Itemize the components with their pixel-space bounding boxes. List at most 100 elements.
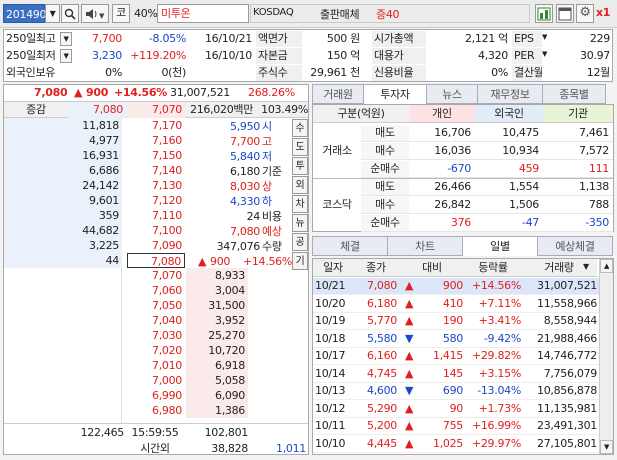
sort-dropdown-icon[interactable]: ▼	[583, 262, 589, 271]
stock-name: 미투온	[161, 7, 191, 20]
ohlc-value: 7,080	[230, 225, 260, 238]
daily-row[interactable]: 10/11 5,200 ▲ 755 +16.99% 23,491,301	[313, 418, 599, 435]
daily-row[interactable]: 10/20 6,180 ▲ 410 +7.11% 11,558,966	[313, 296, 599, 313]
daily-row[interactable]: 10/14 4,745 ▲ 145 +3.15% 7,756,079	[313, 366, 599, 383]
ask-price: 7,150	[152, 149, 182, 162]
ask-qty: 4,977	[4, 133, 122, 148]
ask-row[interactable]: 359 7,110	[4, 208, 190, 224]
daily-row[interactable]: 10/18 5,580 ▼ 580 -9.42% 21,988,466	[313, 331, 599, 348]
daily-tab[interactable]: 차트	[387, 236, 463, 256]
ask-row[interactable]: 24,142 7,130	[4, 178, 190, 194]
side-tab[interactable]: 공	[292, 233, 308, 251]
bid-row[interactable]: 7,020 10,720	[122, 343, 308, 359]
investor-tab[interactable]: 거래원	[312, 84, 364, 104]
chart-view-button[interactable]	[535, 4, 553, 23]
ask-qty: 16,931	[4, 148, 122, 163]
info-value: 12월	[586, 66, 610, 79]
daily-volume: 8,558,944	[543, 314, 597, 327]
info-value: 150 억	[326, 49, 360, 62]
daily-row[interactable]: 10/21 7,080 ▲ 900 +14.56% 31,007,521	[313, 278, 599, 295]
daily-change: 90	[449, 401, 463, 415]
daily-header: 등락률	[465, 259, 521, 277]
bid-row[interactable]: 7,010 6,918	[122, 358, 308, 374]
svg-text:▼: ▼	[99, 12, 105, 20]
info-dropdown-icon[interactable]: ▼	[542, 50, 547, 58]
ask-row[interactable]: 44 7,080	[4, 253, 190, 269]
side-tab[interactable]: 차	[292, 195, 308, 213]
investor-value: 7,461	[579, 126, 609, 139]
daily-row[interactable]: 10/12 5,290 ▲ 90 +1.73% 11,135,981	[313, 401, 599, 418]
bid-row[interactable]: 6,980 1,386	[122, 403, 308, 419]
arrow-up-icon: ▲	[405, 436, 414, 450]
daily-tab[interactable]: 일별	[462, 236, 538, 256]
stock-name-field[interactable]: 미투온	[157, 4, 249, 23]
info-date: 16/10/21	[204, 32, 252, 45]
bid-qty: 8,933	[186, 268, 248, 283]
ohlc-label: 기준	[262, 165, 282, 178]
info-dropdown-icon[interactable]: ▼	[542, 33, 547, 41]
bid-price: 7,060	[152, 284, 182, 297]
side-tab[interactable]: 뉴	[292, 214, 308, 232]
ask-row[interactable]: 3,225 7,090	[4, 238, 190, 254]
ask-price: 7,090	[152, 239, 182, 252]
ask-row[interactable]: 6,686 7,140	[4, 163, 190, 179]
order-book: 7,080 ▲ 900 +14.56% 31,007,521 268.26% 증…	[3, 84, 309, 455]
ask-row[interactable]: 16,931 7,150	[4, 148, 190, 164]
bid-price: 7,050	[152, 299, 182, 312]
side-tab[interactable]: 외	[292, 176, 308, 194]
daily-close: 4,445	[367, 436, 397, 450]
investor-value: 459	[518, 162, 539, 175]
ask-row[interactable]: 11,818 7,170	[4, 118, 190, 134]
daily-tab[interactable]: 예상체결	[537, 236, 613, 256]
bid-row[interactable]: 7,050 31,500	[122, 298, 308, 314]
scroll-down-button[interactable]: ▼	[600, 440, 613, 454]
info-date	[190, 65, 252, 81]
daily-row[interactable]: 10/13 4,600 ▼ 690 -13.04% 10,856,878	[313, 383, 599, 400]
info-date: 16/10/10	[204, 49, 252, 62]
bid-price: 7,020	[152, 344, 182, 357]
bid-row[interactable]: 7,000 5,058	[122, 373, 308, 389]
investor-tab[interactable]: 종목별	[542, 84, 606, 104]
side-tab[interactable]: 기	[292, 252, 308, 270]
side-tab[interactable]: 투	[292, 157, 308, 175]
daily-rate: +29.82%	[471, 349, 521, 362]
bid-row[interactable]: 7,040 3,952	[122, 313, 308, 329]
daily-date: 10/11	[315, 419, 346, 432]
daily-row[interactable]: 10/10 4,445 ▲ 1,025 +29.97% 27,105,801	[313, 436, 599, 453]
window-button[interactable]	[556, 4, 574, 23]
sound-button[interactable]: ▼	[81, 4, 109, 23]
chevron-down-icon: ▼	[49, 9, 56, 18]
bid-price: 7,010	[152, 359, 182, 372]
investor-value: 788	[588, 198, 609, 211]
daily-close: 4,600	[367, 384, 397, 397]
search-button[interactable]	[61, 4, 79, 23]
arrow-up-icon: ▲	[405, 419, 414, 432]
bid-row[interactable]: 7,070 8,933	[122, 268, 308, 284]
bid-row[interactable]: 6,990 6,090	[122, 388, 308, 404]
scroll-up-button[interactable]: ▲	[600, 259, 613, 273]
settings-button[interactable]: ⚙	[576, 4, 594, 23]
ask-row[interactable]: 44,682 7,100	[4, 223, 190, 239]
window-x1-button[interactable]: x1	[596, 6, 610, 19]
bid-row[interactable]: 7,060 3,004	[122, 283, 308, 299]
code-dropdown-button[interactable]: ▼	[45, 4, 60, 23]
chart-icon	[537, 7, 551, 21]
ask-row[interactable]: 4,977 7,160	[4, 133, 190, 149]
ohlc-value: 5,840	[230, 150, 260, 163]
daily-row[interactable]: 10/19 5,770 ▲ 190 +3.41% 8,558,944	[313, 313, 599, 330]
quote-bar: 7,080 ▲ 900 +14.56% 31,007,521 268.26%	[4, 85, 308, 102]
investor-tab[interactable]: 투자자	[363, 84, 427, 104]
scrollbar-track[interactable]	[599, 259, 613, 454]
ask-row[interactable]: 9,601 7,120	[4, 193, 190, 209]
daily-date: 10/14	[315, 366, 346, 380]
daily-row[interactable]: 10/17 6,160 ▲ 1,415 +29.82% 14,746,772	[313, 348, 599, 365]
side-tab[interactable]: 수	[292, 119, 308, 137]
investor-tab[interactable]: 뉴스	[426, 84, 478, 104]
market-type-button[interactable]: 코	[112, 4, 130, 23]
daily-tab[interactable]: 체결	[312, 236, 388, 256]
stock-code-input[interactable]: 201490	[3, 4, 47, 23]
bid-row[interactable]: 7,030 25,270	[122, 328, 308, 344]
investor-tab[interactable]: 재무정보	[477, 84, 543, 104]
daily-close: 6,180	[367, 296, 397, 310]
side-tab[interactable]: 도	[292, 138, 308, 156]
